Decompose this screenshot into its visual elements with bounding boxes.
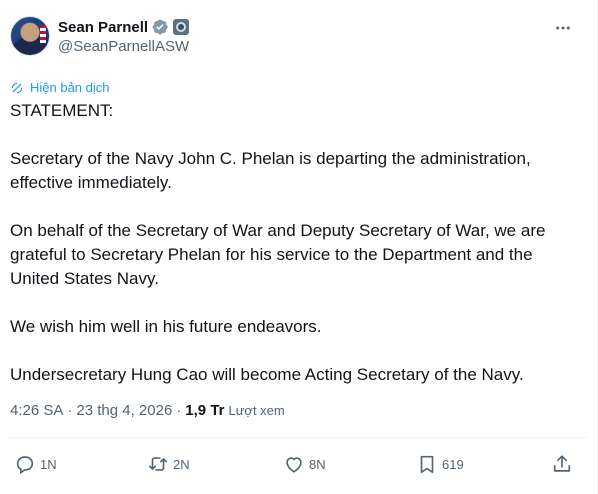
bookmark-count: 619 (442, 456, 464, 472)
body-paragraph: Undersecretary Hung Cao will become Acti… (10, 365, 524, 384)
reply-count: 1N (40, 456, 57, 472)
body-paragraph: We wish him well in his future endeavors… (10, 317, 322, 336)
meta-separator: · (176, 402, 182, 419)
translate-icon (11, 82, 23, 93)
translate-label: Hiện bản dịch (30, 80, 110, 95)
share-button[interactable] (551, 448, 573, 480)
translate-link[interactable]: Hiện bản dịch (10, 80, 110, 95)
body-paragraph: On behalf of the Secretary of War and De… (10, 221, 546, 288)
affiliation-badge-icon[interactable] (173, 19, 190, 35)
views-count[interactable]: 1,9 Tr (185, 402, 224, 419)
bookmark-icon (420, 455, 434, 474)
verified-badge-icon[interactable] (151, 18, 169, 36)
like-count: 8N (309, 456, 326, 472)
author-handle[interactable]: @SeanParnellASW (58, 38, 189, 55)
reply-button[interactable]: 1N (14, 448, 57, 480)
retweet-icon (148, 457, 168, 471)
meta-separator: · (67, 402, 73, 419)
tweet-card: Sean Parnell @SeanParnellASW Hiện bản dị… (0, 0, 598, 494)
tweet-body: STATEMENT: Secretary of the Navy John C.… (10, 99, 570, 387)
more-options-icon[interactable] (553, 18, 573, 38)
name-row: Sean Parnell (58, 16, 190, 38)
body-paragraph: STATEMENT: (10, 101, 114, 120)
divider (10, 437, 587, 438)
share-icon (553, 455, 571, 472)
avatar[interactable] (10, 16, 50, 56)
retweet-button[interactable]: 2N (147, 448, 190, 480)
tweet-time[interactable]: 4:26 SA (10, 402, 63, 419)
reply-icon (16, 456, 34, 475)
retweet-count: 2N (173, 456, 190, 472)
action-bar: 1N 2N 8N 619 (0, 448, 598, 480)
views-label: Lượt xem (228, 403, 285, 418)
tweet-date[interactable]: 23 thg 4, 2026 (76, 402, 172, 419)
heart-icon (286, 457, 302, 473)
flag-decoration (40, 25, 46, 43)
tweet-header: Sean Parnell @SeanParnellASW (10, 16, 189, 56)
bookmark-button[interactable]: 619 (416, 448, 464, 480)
body-paragraph: Secretary of the Navy John C. Phelan is … (10, 149, 531, 192)
author-info: Sean Parnell @SeanParnellASW (58, 16, 190, 56)
like-button[interactable]: 8N (283, 448, 326, 480)
tweet-meta: 4:26 SA · 23 thg 4, 2026 · 1,9 Tr Lượt x… (10, 402, 285, 419)
author-display-name[interactable]: Sean Parnell (58, 19, 148, 36)
